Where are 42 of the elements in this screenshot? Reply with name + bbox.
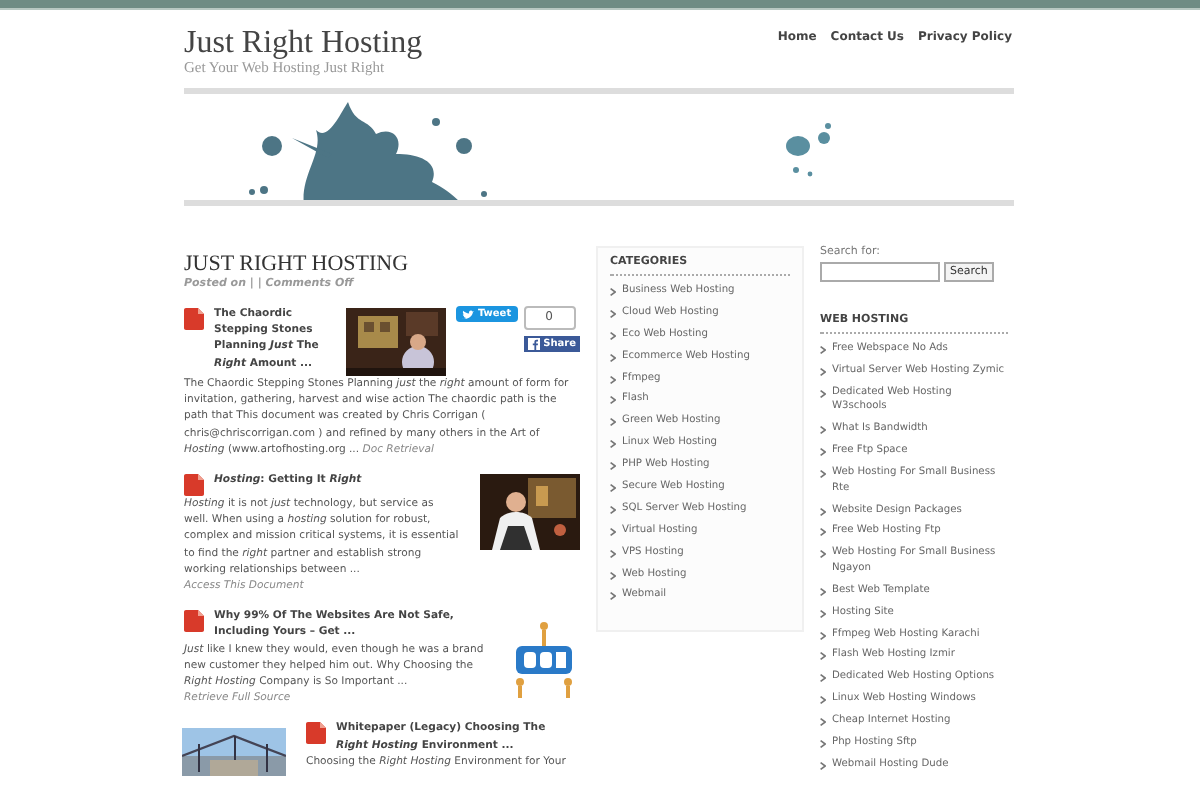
- chevron-icon: [610, 396, 616, 405]
- chevron-icon: [610, 571, 616, 580]
- chevron-icon: [610, 418, 616, 427]
- chevron-icon: [820, 652, 826, 661]
- chevron-icon: [610, 462, 616, 471]
- chevron-icon: [820, 528, 826, 537]
- search-field[interactable]: [820, 262, 940, 282]
- chevron-icon: [820, 367, 826, 376]
- chevron-icon: [820, 740, 826, 749]
- chevron-icon: [610, 353, 616, 362]
- document-icon: [184, 474, 204, 497]
- bird-icon: [461, 309, 474, 319]
- chevron-icon: [610, 288, 616, 296]
- chevron-icon: [820, 389, 826, 398]
- chevron-icon: [820, 448, 826, 457]
- site-title[interactable]: Just Right Hosting: [184, 28, 423, 60]
- chevron-icon: [820, 426, 826, 435]
- chevron-icon: [820, 587, 826, 596]
- chevron-icon: [610, 505, 616, 514]
- chevron-icon: [820, 507, 826, 516]
- chevron-icon: [820, 696, 826, 705]
- chevron-icon: [820, 718, 826, 727]
- chevron-icon: [610, 331, 616, 340]
- chevron-icon: [820, 761, 826, 770]
- document-icon: [306, 722, 326, 745]
- chevron-icon: [610, 309, 616, 318]
- chevron-icon: [820, 470, 826, 479]
- chevron-icon: [610, 440, 616, 449]
- chevron-icon: [820, 609, 826, 618]
- post-title[interactable]: JUST RIGHT HOSTING: [184, 252, 580, 276]
- chevron-icon: [610, 484, 616, 493]
- chevron-icon: [610, 375, 616, 384]
- chevron-icon: [610, 549, 616, 558]
- chevron-icon: [820, 550, 826, 559]
- chevron-icon: [820, 631, 826, 640]
- chevron-icon: [820, 674, 826, 683]
- chevron-icon: [820, 346, 826, 354]
- chevron-icon: [610, 527, 616, 536]
- facebook-icon: [527, 338, 540, 350]
- document-icon: [184, 308, 204, 330]
- chevron-icon: [610, 592, 616, 601]
- document-icon: [184, 610, 204, 633]
